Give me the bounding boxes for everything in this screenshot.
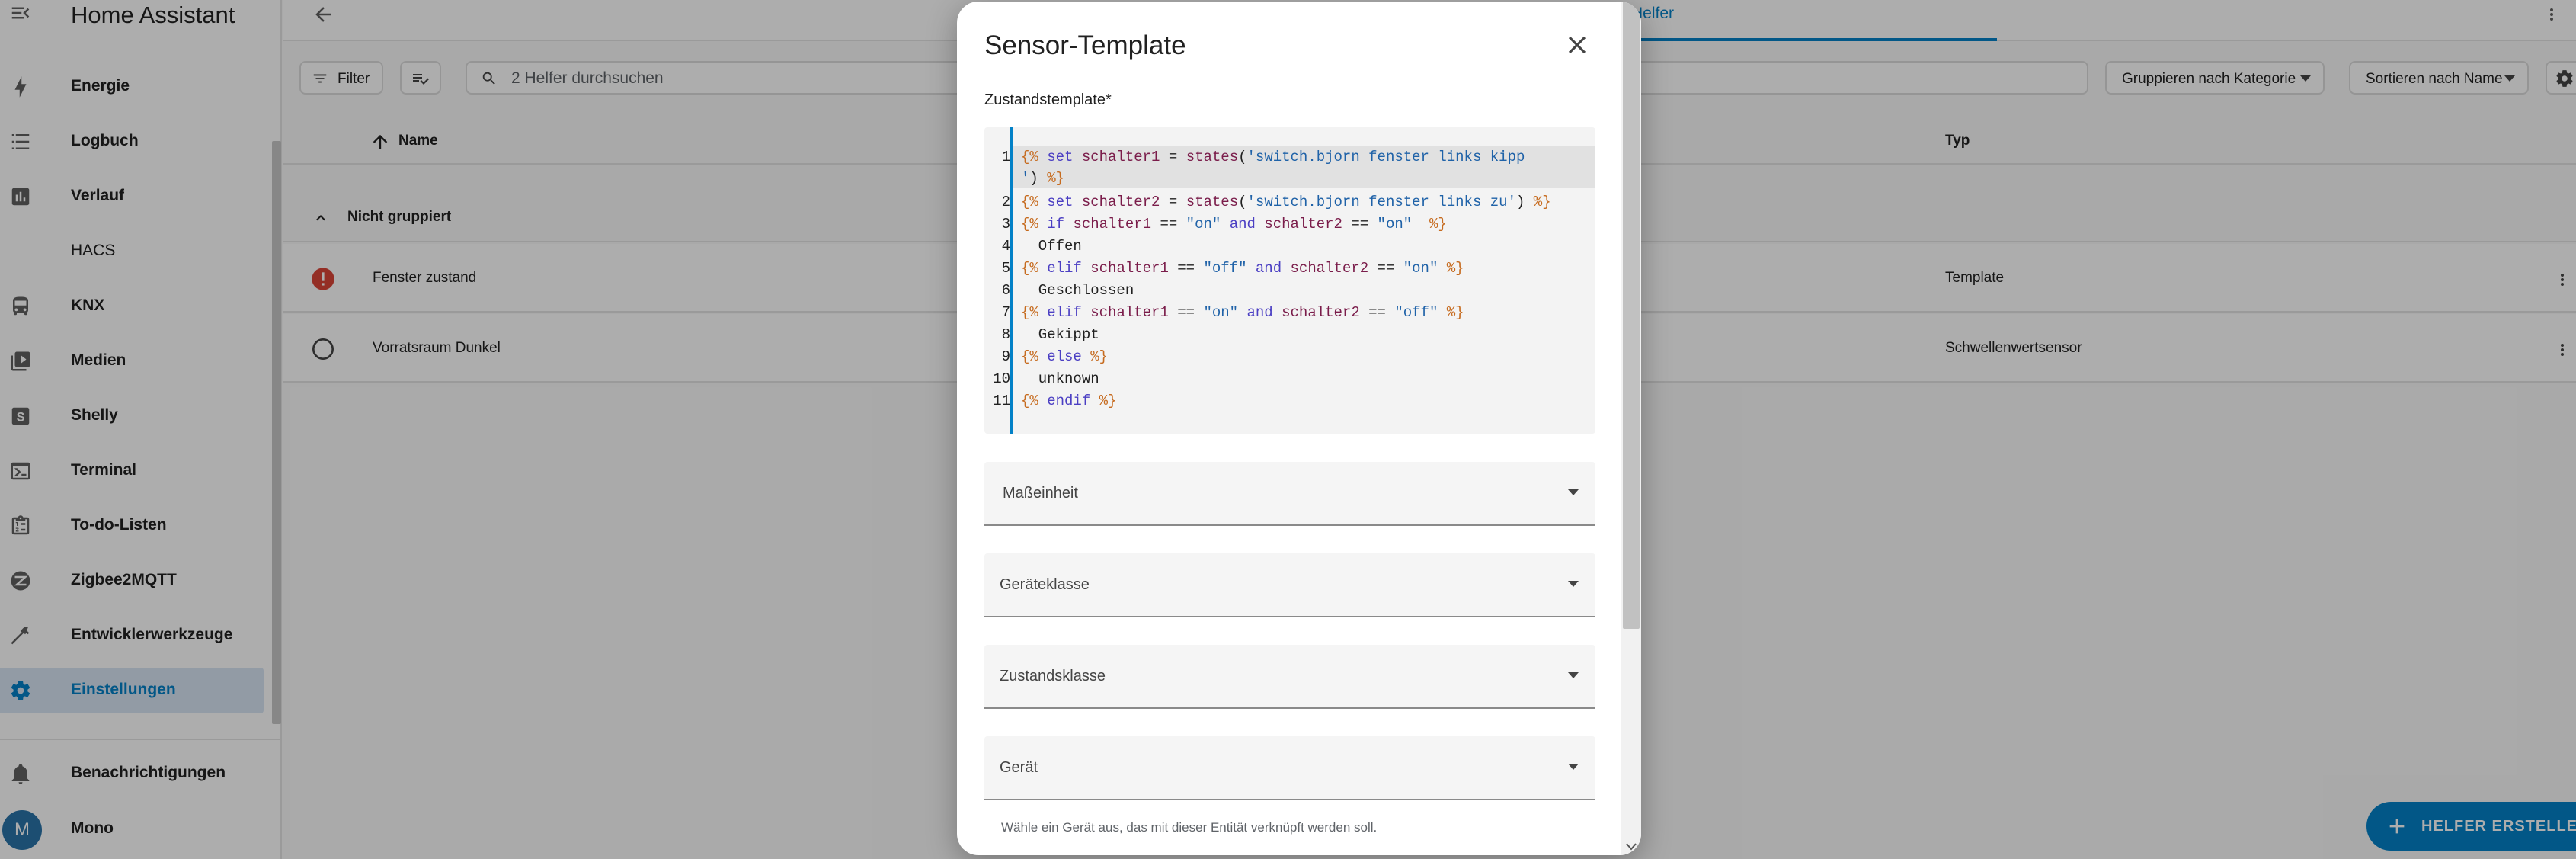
sensor-template-dialog: Sensor-Template Zustandstemplate* 1 2 3 … bbox=[957, 2, 1641, 855]
dialog-scrollbar[interactable] bbox=[1621, 2, 1641, 855]
dialog-title: Sensor-Template bbox=[984, 30, 1186, 60]
line-number: 11 bbox=[993, 393, 1010, 409]
line-number: 4 bbox=[1001, 238, 1010, 255]
chevron-down-icon[interactable] bbox=[1626, 843, 1637, 851]
line-number: 2 bbox=[1001, 194, 1010, 210]
device-class-select[interactable]: Geräteklasse bbox=[984, 553, 1595, 617]
code-line: unknown bbox=[1021, 370, 1099, 387]
line-number: 7 bbox=[1001, 304, 1010, 321]
device-picker[interactable]: Gerät bbox=[984, 736, 1595, 800]
unit-select[interactable]: Maßeinheit bbox=[984, 462, 1595, 526]
menu-down-icon bbox=[1568, 672, 1579, 678]
line-number: 5 bbox=[1001, 260, 1010, 277]
menu-down-icon bbox=[1568, 489, 1579, 495]
code-line: Geschlossen bbox=[1021, 282, 1134, 299]
line-number: 9 bbox=[1001, 348, 1010, 365]
line-number: 1 bbox=[1001, 149, 1010, 165]
template-code-editor[interactable]: 1 2 3 4 5 6 7 8 9 10 11 {% set schalter1… bbox=[984, 127, 1595, 434]
code-line: {% else %} bbox=[1021, 348, 1109, 365]
code-line: Offen bbox=[1021, 238, 1082, 255]
code-line: {% elif schalter1 == "off" and schalter2… bbox=[1021, 260, 1464, 277]
device-class-select-label: Geräteklasse bbox=[1000, 576, 1090, 593]
line-number: 6 bbox=[1001, 282, 1010, 299]
line-number: 8 bbox=[1001, 326, 1010, 343]
code-line: {% set schalter1 = states('switch.bjorn_… bbox=[1021, 149, 1525, 165]
device-picker-label: Gerät bbox=[1000, 759, 1038, 776]
code-line: {% elif schalter1 == "on" and schalter2 … bbox=[1021, 304, 1464, 321]
state-class-select-label: Zustandsklasse bbox=[1000, 668, 1106, 684]
code-line: ') %} bbox=[1021, 170, 1065, 187]
device-helper-text: Wähle ein Gerät aus, das mit dieser Enti… bbox=[1001, 820, 1378, 835]
close-icon[interactable] bbox=[1563, 30, 1592, 59]
line-number-gutter: 1 2 3 4 5 6 7 8 9 10 11 bbox=[984, 127, 1013, 434]
template-label: Zustandstemplate* bbox=[984, 91, 1112, 108]
unit-select-label: Maßeinheit bbox=[1003, 485, 1078, 502]
code-line: {% set schalter2 = states('switch.bjorn_… bbox=[1021, 194, 1551, 210]
menu-down-icon bbox=[1568, 764, 1579, 770]
menu-down-icon bbox=[1568, 581, 1579, 587]
code-line: Gekippt bbox=[1021, 326, 1099, 343]
state-class-select[interactable]: Zustandsklasse bbox=[984, 645, 1595, 709]
line-number: 3 bbox=[1001, 216, 1010, 232]
scrollbar-thumb[interactable] bbox=[1623, 2, 1640, 629]
line-number: 10 bbox=[993, 370, 1010, 387]
code-line: {% endif %} bbox=[1021, 393, 1117, 409]
code-line: {% if schalter1 == "on" and schalter2 ==… bbox=[1021, 216, 1447, 232]
